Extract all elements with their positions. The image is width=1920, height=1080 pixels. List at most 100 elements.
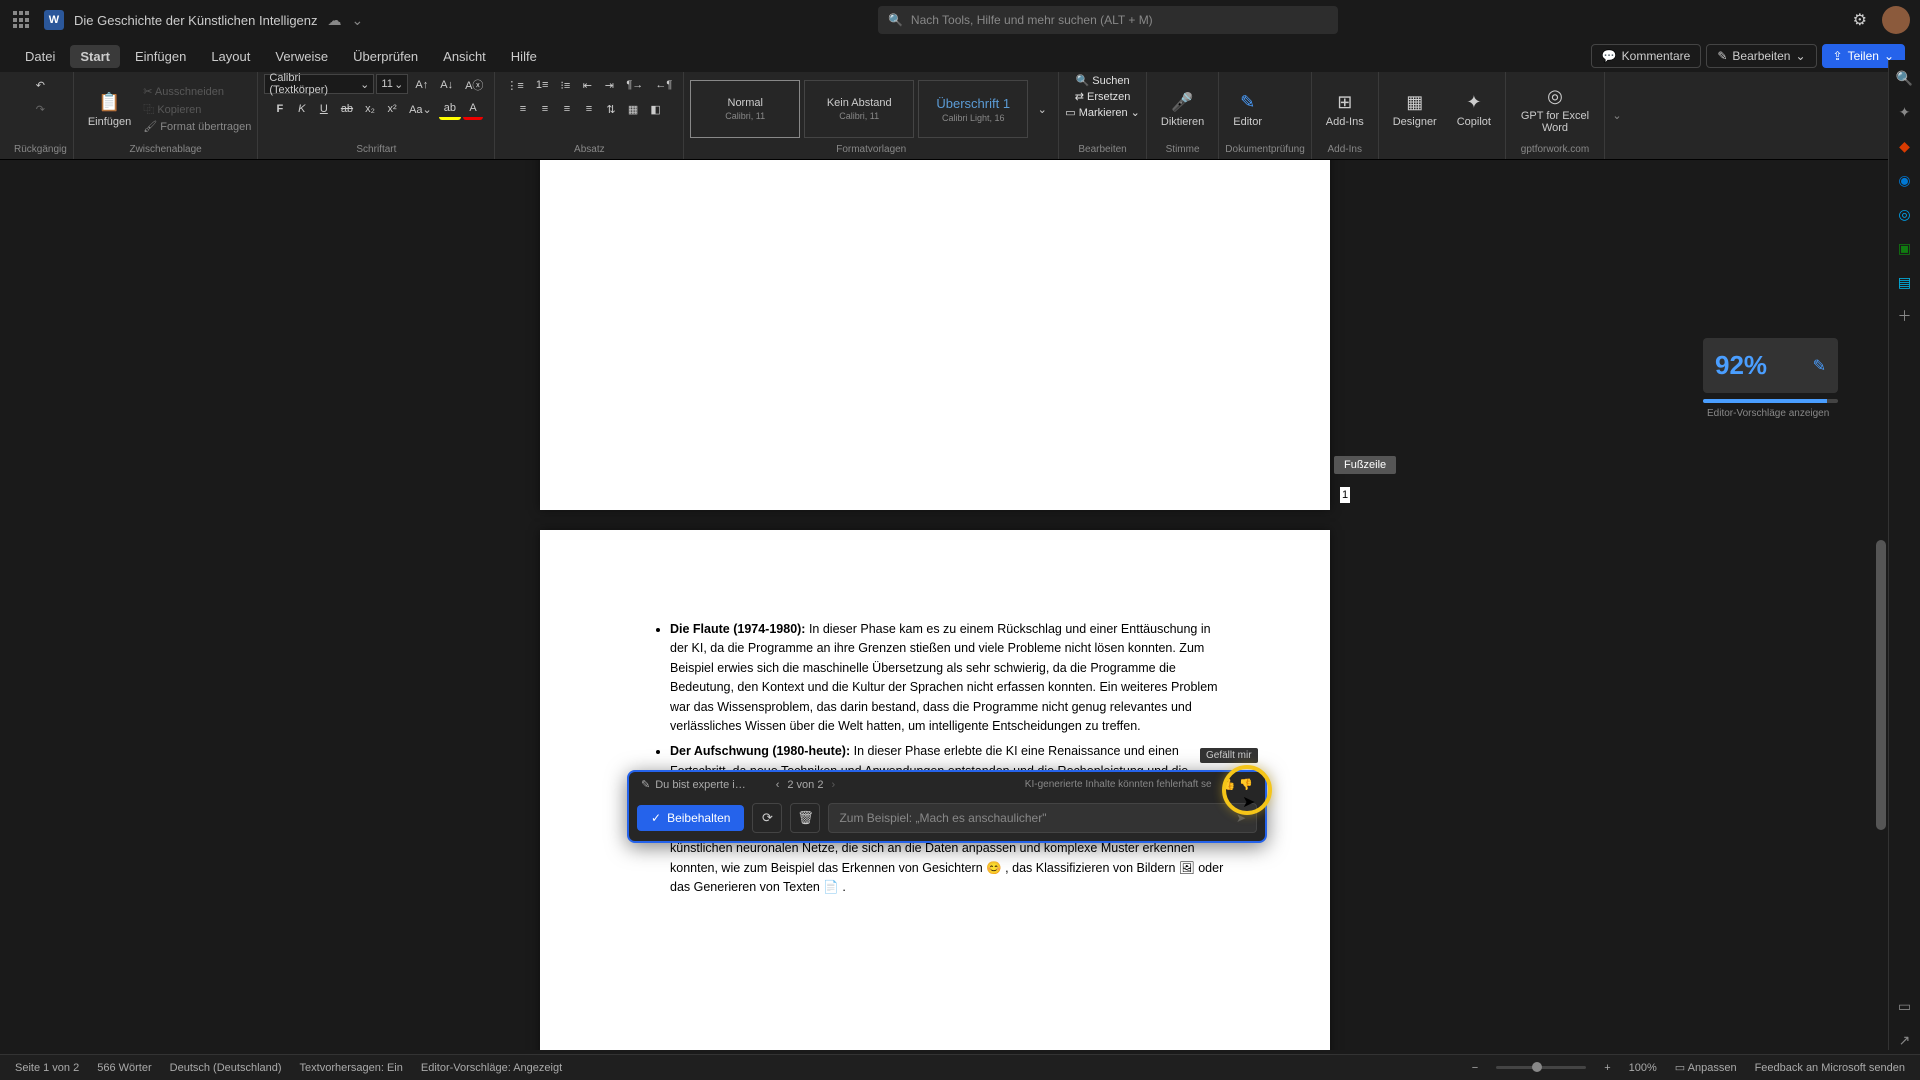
document-canvas[interactable]: 1968 von Terry Winograd entwickelt wurde…	[0, 160, 1888, 1050]
scrollbar-thumb[interactable]	[1876, 540, 1886, 830]
editor-score-panel[interactable]: 92% ✎ Editor-Vorschläge anzeigen	[1703, 338, 1838, 420]
search-icon[interactable]: 🔍	[1895, 68, 1915, 88]
borders-button[interactable]: ▦	[623, 98, 643, 120]
align-left-button[interactable]: ≡	[513, 98, 533, 120]
styles-more-button[interactable]: ⌄	[1032, 98, 1052, 120]
regenerate-button[interactable]: ⟳	[752, 803, 782, 833]
dictate-button[interactable]: 🎤Diktieren	[1153, 86, 1212, 132]
copilot-button[interactable]: ✦Copilot	[1449, 86, 1499, 132]
undo-button[interactable]: ↶	[30, 74, 50, 96]
menu-layout[interactable]: Layout	[201, 45, 260, 68]
ribbon-collapse-button[interactable]: ⌄	[1605, 72, 1629, 159]
status-words[interactable]: 566 Wörter	[97, 1062, 151, 1074]
thumbs-up-button[interactable]: 👍	[1222, 778, 1236, 791]
status-predictions[interactable]: Textvorhersagen: Ein	[300, 1062, 403, 1074]
footer-label[interactable]: Fußzeile	[1334, 456, 1396, 474]
indent-dec-button[interactable]: ⇤	[577, 74, 597, 96]
status-language[interactable]: Deutsch (Deutschland)	[170, 1062, 282, 1074]
zoom-in-button[interactable]: +	[1604, 1062, 1610, 1074]
send-icon[interactable]: ➤	[1236, 811, 1246, 825]
editing-mode-button[interactable]: ✎Bearbeiten⌄	[1706, 44, 1816, 68]
bold-button[interactable]: F	[270, 98, 290, 120]
select-button[interactable]: ▭ Markieren ⌄	[1065, 106, 1140, 119]
style-normal[interactable]: NormalCalibri, 11	[690, 80, 800, 138]
shrink-font-button[interactable]: A↓	[435, 74, 458, 96]
justify-button[interactable]: ≡	[579, 98, 599, 120]
italic-button[interactable]: K	[292, 98, 312, 120]
vertical-scrollbar[interactable]	[1874, 160, 1888, 1050]
app-launcher-icon[interactable]	[10, 8, 34, 32]
copy-button[interactable]: ⿻ Kopieren	[143, 101, 251, 117]
style-heading1[interactable]: Überschrift 1Calibri Light, 16	[918, 80, 1028, 138]
rtl-button[interactable]: ←¶	[650, 74, 677, 96]
paste-button[interactable]: 📋 Einfügen	[80, 86, 139, 132]
strike-button[interactable]: ab	[336, 98, 358, 120]
numbering-button[interactable]: 1≡	[531, 74, 554, 96]
addins-button[interactable]: ⊞Add-Ins	[1318, 86, 1372, 132]
indent-inc-button[interactable]: ⇥	[599, 74, 619, 96]
gpt-addin-button[interactable]: ◎GPT for Excel Word	[1512, 80, 1598, 138]
editor-button[interactable]: ✎Editor	[1225, 86, 1270, 132]
prev-suggestion-button[interactable]: ‹	[776, 779, 780, 791]
zoom-slider[interactable]	[1496, 1066, 1586, 1069]
multilevel-button[interactable]: ⁝≡	[555, 74, 575, 96]
menu-ueberpruefen[interactable]: Überprüfen	[343, 45, 428, 68]
saved-cloud-icon[interactable]: ☁	[328, 12, 342, 29]
zoom-percent[interactable]: 100%	[1629, 1062, 1657, 1074]
next-suggestion-button[interactable]: ›	[831, 779, 835, 791]
bullets-button[interactable]: ⋮≡	[501, 74, 528, 96]
align-center-button[interactable]: ≡	[535, 98, 555, 120]
menu-start[interactable]: Start	[70, 45, 120, 68]
align-right-button[interactable]: ≡	[557, 98, 577, 120]
comments-button[interactable]: 💬Kommentare	[1591, 44, 1702, 68]
grow-font-button[interactable]: A↑	[410, 74, 433, 96]
cut-button[interactable]: ✂ Ausschneiden	[143, 85, 251, 98]
find-button[interactable]: 🔍 Suchen	[1076, 74, 1130, 87]
rail-add-icon[interactable]: ＋	[1895, 306, 1915, 326]
font-name-select[interactable]: Calibri (Textkörper)⌄	[264, 74, 374, 94]
line-spacing-button[interactable]: ⇅	[601, 98, 621, 120]
highlight-button[interactable]: ab	[439, 98, 461, 120]
menu-datei[interactable]: Datei	[15, 45, 65, 68]
status-editor-sugg[interactable]: Editor-Vorschläge: Angezeigt	[421, 1062, 562, 1074]
copilot-rail-icon[interactable]: ✦	[1895, 102, 1915, 122]
status-page[interactable]: Seite 1 von 2	[15, 1062, 79, 1074]
rail-bottom-1[interactable]: ▭	[1895, 996, 1915, 1016]
zoom-out-button[interactable]: −	[1472, 1062, 1478, 1074]
style-no-spacing[interactable]: Kein AbstandCalibri, 11	[804, 80, 914, 138]
designer-button[interactable]: ▦Designer	[1385, 86, 1445, 132]
format-painter-button[interactable]: 🖌 Format übertragen	[143, 120, 251, 133]
rail-icon-2[interactable]: ◉	[1895, 170, 1915, 190]
superscript-button[interactable]: x²	[382, 98, 402, 120]
underline-button[interactable]: U	[314, 98, 334, 120]
chevron-down-icon[interactable]: ⌄	[352, 12, 364, 29]
user-avatar[interactable]	[1882, 6, 1910, 34]
rail-icon-5[interactable]: ▤	[1895, 272, 1915, 292]
settings-icon[interactable]: ⚙	[1853, 10, 1867, 30]
fit-button[interactable]: ▭ Anpassen	[1675, 1061, 1737, 1074]
feedback-link[interactable]: Feedback an Microsoft senden	[1755, 1062, 1905, 1074]
copilot-refine-input[interactable]: Zum Beispiel: „Mach es anschaulicher" ➤	[828, 803, 1257, 833]
rail-icon-3[interactable]: ◎	[1895, 204, 1915, 224]
subscript-button[interactable]: x₂	[360, 98, 380, 120]
redo-button[interactable]: ↷	[30, 98, 50, 120]
editor-suggestions-link[interactable]: Editor-Vorschläge anzeigen	[1703, 407, 1838, 420]
clear-format-button[interactable]: Aⓧ	[460, 74, 488, 96]
shading-button[interactable]: ◧	[645, 98, 665, 120]
menu-ansicht[interactable]: Ansicht	[433, 45, 496, 68]
search-input[interactable]: 🔍 Nach Tools, Hilfe und mehr suchen (ALT…	[878, 6, 1338, 34]
font-size-select[interactable]: 11⌄	[376, 74, 408, 94]
case-button[interactable]: Aa⌄	[404, 98, 437, 120]
menu-einfuegen[interactable]: Einfügen	[125, 45, 196, 68]
thumbs-down-button[interactable]: 👎	[1239, 778, 1253, 791]
copilot-prompt-chip[interactable]: ✎Du bist experte i…	[641, 778, 746, 791]
page-1[interactable]: 1968 von Terry Winograd entwickelt wurde…	[540, 160, 1330, 510]
rail-icon-1[interactable]: ◆	[1895, 136, 1915, 156]
rail-bottom-2[interactable]: ↗	[1895, 1030, 1915, 1050]
replace-button[interactable]: ⇄ Ersetzen	[1075, 90, 1131, 103]
font-color-button[interactable]: A	[463, 98, 483, 120]
menu-hilfe[interactable]: Hilfe	[501, 45, 547, 68]
document-title[interactable]: Die Geschichte der Künstlichen Intellige…	[74, 13, 318, 28]
keep-button[interactable]: ✓Beibehalten	[637, 805, 744, 831]
ltr-button[interactable]: ¶→	[621, 74, 648, 96]
